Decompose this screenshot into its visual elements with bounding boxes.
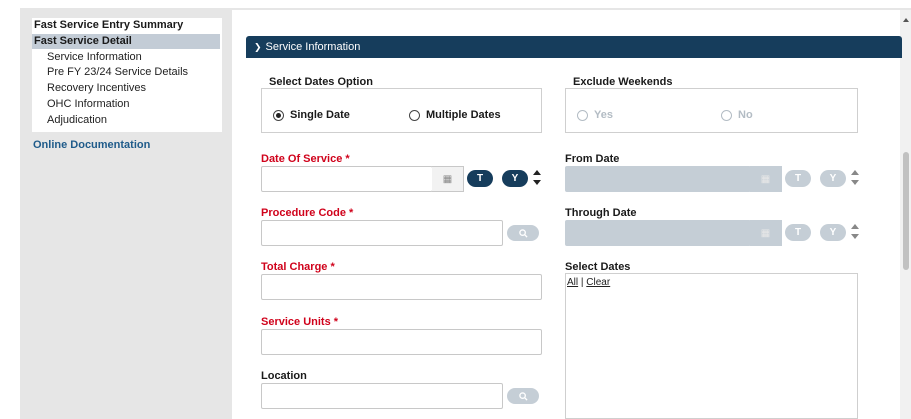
- from-date-today-button[interactable]: T: [785, 170, 811, 187]
- through-date-stepper[interactable]: [851, 223, 859, 241]
- required-mark: *: [330, 261, 335, 273]
- select-dates-links: All | Clear: [567, 277, 610, 288]
- required-mark: *: [349, 207, 354, 219]
- link-separator: |: [580, 277, 584, 288]
- radio-selected-icon: [273, 109, 284, 121]
- exclude-weekends-label: Exclude Weekends: [573, 76, 673, 88]
- through-date-label: Through Date: [565, 207, 637, 219]
- arrow-up-icon[interactable]: [851, 224, 859, 229]
- multiple-dates-radio[interactable]: Multiple Dates: [409, 109, 501, 121]
- scroll-up-arrow-icon[interactable]: [903, 18, 909, 22]
- nav-panel: Fast Service Entry Summary Fast Service …: [32, 18, 222, 132]
- date-of-service-label: Date Of Service *: [261, 153, 350, 165]
- select-dates-list[interactable]: [565, 273, 858, 419]
- online-documentation-link[interactable]: Online Documentation: [33, 139, 150, 151]
- arrow-down-icon[interactable]: [533, 180, 541, 185]
- nav-item-adjudication[interactable]: Adjudication: [32, 113, 232, 128]
- single-date-radio[interactable]: Single Date: [273, 109, 350, 121]
- select-all-link[interactable]: All: [567, 277, 578, 288]
- from-date-input[interactable]: [565, 166, 751, 192]
- date-of-service-calendar-button[interactable]: ▦: [432, 166, 464, 192]
- from-date-yesterday-button[interactable]: Y: [820, 170, 846, 187]
- from-date-stepper[interactable]: [851, 169, 859, 187]
- single-date-label: Single Date: [290, 109, 350, 121]
- search-icon: [518, 228, 528, 238]
- select-dates-label: Select Dates: [565, 261, 631, 273]
- select-dates-option-label: Select Dates Option: [269, 76, 373, 88]
- service-units-label: Service Units *: [261, 316, 339, 328]
- chevron-down-icon: ❯: [254, 41, 262, 52]
- arrow-up-icon[interactable]: [533, 170, 541, 175]
- nav-item-ohc-information[interactable]: OHC Information: [32, 97, 232, 112]
- service-units-input[interactable]: [261, 329, 542, 355]
- scrollbar-thumb[interactable]: [903, 152, 909, 270]
- total-charge-input[interactable]: [261, 274, 542, 300]
- calendar-icon: ▦: [760, 173, 771, 185]
- date-of-service-input[interactable]: [261, 166, 433, 192]
- date-of-service-stepper[interactable]: [533, 169, 541, 187]
- location-label: Location: [261, 370, 307, 382]
- calendar-icon: ▦: [760, 227, 771, 239]
- radio-unselected-icon: [409, 109, 420, 121]
- no-label: No: [738, 109, 753, 121]
- multiple-dates-label: Multiple Dates: [426, 109, 501, 121]
- through-date-today-button[interactable]: T: [785, 224, 811, 241]
- exclude-weekends-yes-radio[interactable]: Yes: [577, 109, 613, 121]
- nav-item-fast-service-detail[interactable]: Fast Service Detail: [32, 34, 220, 49]
- top-strip: [0, 0, 911, 8]
- through-date-yesterday-button[interactable]: Y: [820, 224, 846, 241]
- calendar-icon: ▦: [442, 173, 453, 185]
- radio-unselected-icon: [721, 109, 732, 121]
- arrow-down-icon[interactable]: [851, 180, 859, 185]
- yes-label: Yes: [594, 109, 613, 121]
- nav-item-pre-fy-service-details[interactable]: Pre FY 23/24 Service Details: [32, 65, 232, 80]
- procedure-code-search-button[interactable]: [507, 225, 539, 241]
- from-date-calendar-button[interactable]: ▦: [750, 166, 782, 192]
- arrow-down-icon[interactable]: [851, 234, 859, 239]
- nav-item-service-information[interactable]: Service Information: [32, 50, 232, 65]
- nav-item-fast-service-entry-summary[interactable]: Fast Service Entry Summary: [32, 18, 232, 33]
- nav-item-recovery-incentives[interactable]: Recovery Incentives: [32, 81, 232, 96]
- procedure-code-label: Procedure Code *: [261, 207, 354, 219]
- through-date-input[interactable]: [565, 220, 751, 246]
- required-mark: *: [333, 316, 339, 328]
- procedure-code-input[interactable]: [261, 220, 503, 246]
- radio-unselected-icon: [577, 109, 588, 121]
- exclude-weekends-no-radio[interactable]: No: [721, 109, 753, 121]
- clear-link[interactable]: Clear: [586, 277, 610, 288]
- through-date-calendar-button[interactable]: ▦: [750, 220, 782, 246]
- date-of-service-yesterday-button[interactable]: Y: [502, 170, 528, 187]
- arrow-up-icon[interactable]: [851, 170, 859, 175]
- total-charge-label: Total Charge *: [261, 261, 335, 273]
- section-title: Service Information: [265, 41, 361, 53]
- search-icon: [518, 391, 528, 401]
- from-date-label: From Date: [565, 153, 620, 165]
- service-information-header[interactable]: ❯ Service Information: [246, 36, 902, 58]
- date-of-service-today-button[interactable]: T: [467, 170, 493, 187]
- required-mark: *: [345, 153, 350, 165]
- location-search-button[interactable]: [507, 388, 539, 404]
- left-gutter: [0, 8, 20, 419]
- location-input[interactable]: [261, 383, 503, 409]
